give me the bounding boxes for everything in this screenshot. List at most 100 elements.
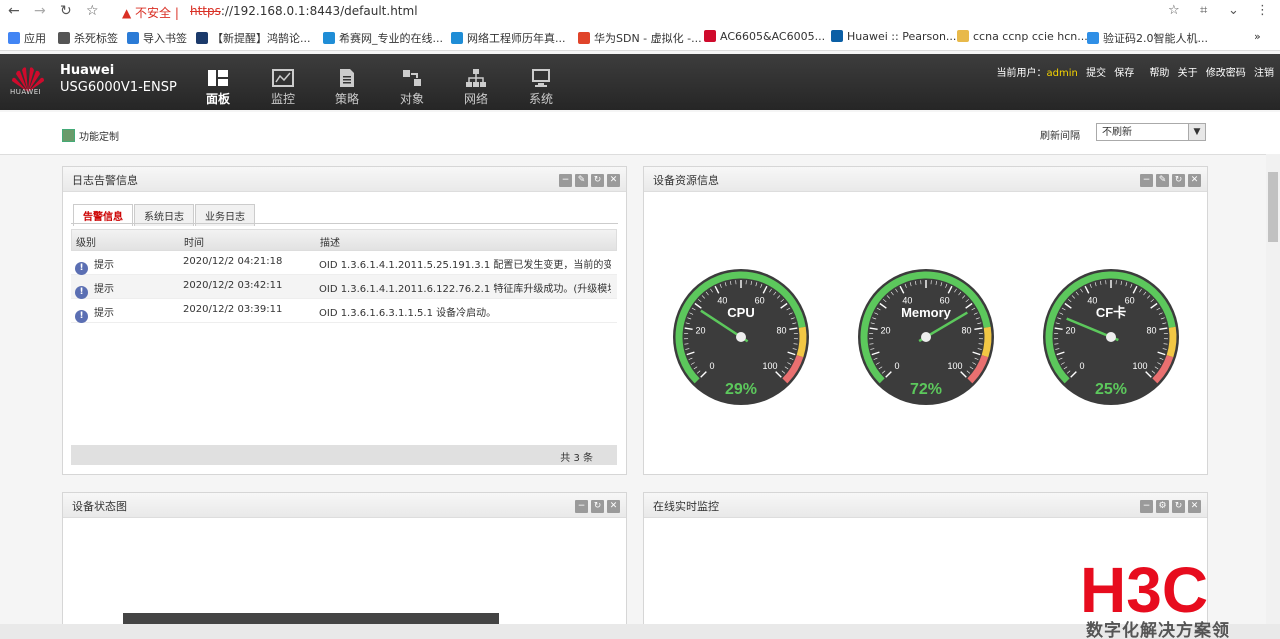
refresh-icon[interactable]: ↻ [1172, 500, 1185, 513]
refresh-icon[interactable]: ↻ [591, 174, 604, 187]
close-icon[interactable]: ✕ [607, 500, 620, 513]
security-text: 不安全 [135, 6, 172, 20]
edit-icon[interactable]: ✎ [1156, 174, 1169, 187]
back-icon[interactable]: ← [8, 3, 20, 19]
bookmark-item[interactable]: Huawei :: Pearson... [831, 30, 956, 43]
current-user[interactable]: admin [1047, 68, 1078, 79]
bookmark-item[interactable]: 希赛网_专业的在线... [323, 30, 443, 46]
custom-feature-button[interactable]: 功能定制 [62, 128, 119, 143]
gauge-label: Memory [901, 305, 952, 320]
url-field[interactable]: https://192.168.0.1:8443/default.html [190, 4, 418, 18]
column-header-desc[interactable]: 描述 [320, 234, 340, 249]
bookmark-label: ccna ccnp ccie hcn... [973, 30, 1088, 43]
gauge-yellow-band [796, 326, 807, 358]
minimize-icon[interactable]: − [1140, 174, 1153, 187]
cpu-gauge: 0 20 40 60 80 100 CPU 29% [673, 269, 809, 405]
nav-label: 网络 [463, 92, 488, 106]
bookmark-item[interactable]: 【新提醒】鸿鹄论... [196, 30, 311, 46]
bookmark-item[interactable]: 导入书签 [127, 30, 187, 46]
bookmark-item[interactable]: 杀死标签 [58, 30, 118, 46]
gauge-tick-label: 80 [1146, 326, 1156, 336]
level-cell: ! 提示 [75, 256, 114, 275]
gauge-tick-label: 0 [1080, 361, 1085, 371]
h3c-watermark-logo: H3C 数字化解决方案领 [1080, 560, 1229, 639]
crop-icon[interactable]: ⌗ [1200, 3, 1207, 18]
menu-icon[interactable]: ⋮ [1256, 3, 1269, 18]
nav-policy[interactable]: 策略 [327, 68, 367, 107]
security-warning[interactable]: ▲ 不安全 | [122, 4, 179, 21]
folder-icon [957, 30, 969, 42]
bookmark-item[interactable]: AC6605&AC6005... [704, 30, 825, 43]
info-icon: ! [75, 262, 88, 275]
minimize-icon[interactable]: − [559, 174, 572, 187]
bookmark-item[interactable]: 网络工程师历年真... [451, 30, 566, 46]
star-bookmark-icon[interactable]: ☆ [86, 3, 99, 19]
toolbar: 功能定制 刷新间隔 不刷新 ▼ [0, 112, 1280, 155]
pearson-icon [831, 30, 843, 42]
refresh-icon[interactable]: ↻ [1172, 174, 1185, 187]
watermark-brand: H3C [1080, 560, 1208, 626]
page-scrollbar[interactable] [1266, 154, 1280, 624]
object-icon [403, 70, 421, 86]
column-header-level[interactable]: 级别 [76, 234, 96, 249]
bookmark-item[interactable]: 华为SDN - 虚拟化 -... [578, 30, 702, 46]
nav-network[interactable]: 网络 [456, 68, 496, 107]
bookmark-label: 导入书签 [143, 32, 187, 45]
more-bookmarks-button[interactable]: » [1254, 30, 1261, 43]
device-status-panel: 设备状态图 − ↻ ✕ [62, 492, 627, 632]
minimize-icon[interactable]: − [1140, 500, 1153, 513]
logout-link[interactable]: 注销 [1254, 68, 1274, 79]
bookmark-item[interactable]: 验证码2.0智能人机... [1087, 30, 1208, 46]
help-link[interactable]: 帮助 [1149, 68, 1169, 79]
bookmark-star-icon[interactable]: ☆ [1168, 3, 1180, 18]
gauge-hub [736, 332, 746, 342]
change-password-link[interactable]: 修改密码 [1206, 68, 1246, 79]
nav-system[interactable]: 系统 [521, 68, 561, 107]
nav-dashboard[interactable]: 面板 [198, 68, 238, 107]
edit-icon[interactable]: ✎ [575, 174, 588, 187]
desc-cell: OID 1.3.6.1.6.3.1.1.5.1 设备冷启动。 [319, 308, 497, 319]
level-text: 提示 [94, 284, 114, 295]
close-icon[interactable]: ✕ [607, 174, 620, 187]
panel-title: 日志告警信息 [72, 174, 138, 187]
gauge-tick-label: 80 [961, 326, 971, 336]
refresh-interval-select[interactable]: 不刷新 ▼ [1096, 123, 1206, 141]
gauge-hub [921, 332, 931, 342]
nav-label: 面板 [205, 92, 230, 106]
close-icon[interactable]: ✕ [1188, 500, 1201, 513]
bookmark-label: 应用 [24, 32, 46, 45]
chevron-down-icon: ▼ [1188, 124, 1205, 140]
close-icon[interactable]: ✕ [1188, 174, 1201, 187]
panel-title: 在线实时监控 [653, 500, 719, 513]
save-link[interactable]: 保存 [1114, 68, 1134, 79]
extension-icon[interactable]: ⌄ [1228, 3, 1239, 18]
table-row[interactable]: ! 提示 2020/12/2 04:21:18 OID 1.3.6.1.4.1.201… [71, 251, 617, 275]
reload-icon[interactable]: ↻ [60, 3, 72, 19]
level-cell: ! 提示 [75, 280, 114, 299]
log-alarm-panel: 日志告警信息 − ✎ ↻ ✕ 告警信息 系统日志 业务日志 级别 时间 描述 ! 提示 202… [62, 166, 627, 475]
gauge-label: CF卡 [1096, 305, 1126, 320]
hh-icon [196, 32, 208, 44]
nav-monitor[interactable]: 监控 [263, 68, 303, 107]
minimize-icon[interactable]: − [575, 500, 588, 513]
refresh-icon[interactable]: ↻ [591, 500, 604, 513]
column-header-time[interactable]: 时间 [184, 234, 204, 249]
gauge-tick-label: 100 [1132, 361, 1147, 371]
refresh-value: 不刷新 [1102, 127, 1132, 138]
bookmark-item[interactable]: 应用 [8, 30, 46, 46]
forward-icon[interactable]: → [34, 3, 46, 19]
table-row[interactable]: ! 提示 2020/12/2 03:39:11 OID 1.3.6.1.6.3.1.1… [71, 299, 617, 323]
nav-object[interactable]: 对象 [392, 68, 432, 107]
settings-icon[interactable]: ⚙ [1156, 500, 1169, 513]
scrollbar-thumb[interactable] [1268, 172, 1278, 242]
table-row[interactable]: ! 提示 2020/12/2 03:42:11 OID 1.3.6.1.4.1.201… [71, 275, 617, 299]
submit-link[interactable]: 提交 [1086, 68, 1106, 79]
gauge-tick-label: 80 [776, 326, 786, 336]
system-icon [532, 69, 550, 87]
bookmark-item[interactable]: ccna ccnp ccie hcn... [957, 30, 1088, 43]
memory-gauge: 0 20 40 60 80 100 Memory 72% [858, 269, 994, 405]
gauge-tick-label: 20 [695, 326, 705, 336]
level-text: 提示 [94, 260, 114, 271]
custom-label: 功能定制 [79, 132, 119, 143]
about-link[interactable]: 关于 [1178, 68, 1198, 79]
